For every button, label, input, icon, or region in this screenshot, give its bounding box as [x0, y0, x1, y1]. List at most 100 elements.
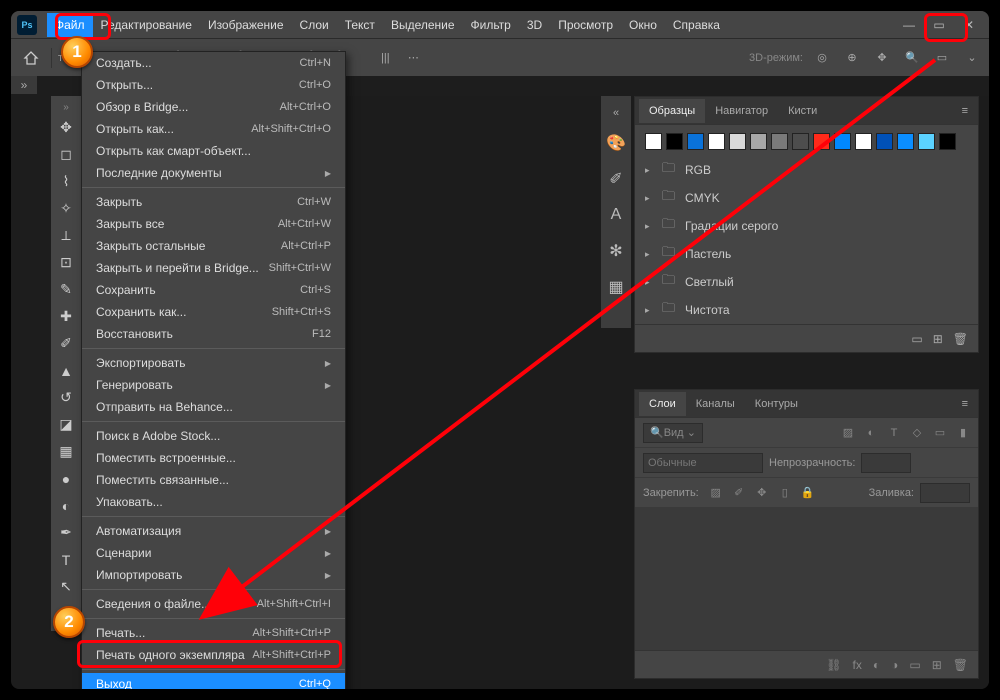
menu-item[interactable]: Упаковать... — [82, 491, 345, 513]
lasso-tool[interactable]: ⌇ — [51, 168, 81, 195]
menu-редактирование[interactable]: Редактирование — [93, 13, 200, 37]
swatch[interactable] — [897, 133, 914, 150]
menu-слои[interactable]: Слои — [292, 13, 337, 37]
crop-tool[interactable]: ⟂ — [51, 222, 81, 249]
type-tool[interactable]: T — [51, 546, 81, 573]
swatch[interactable] — [645, 133, 662, 150]
blur-tool[interactable]: ● — [51, 465, 81, 492]
home-button[interactable] — [17, 44, 45, 72]
swatch-group[interactable]: ▸🗀Градации серого — [635, 212, 978, 240]
dodge-tool[interactable]: ◐ — [51, 492, 81, 519]
swatch-group[interactable]: ▸🗀CMYK — [635, 184, 978, 212]
history-brush-tool[interactable]: ↺ — [51, 384, 81, 411]
swatch[interactable] — [750, 133, 767, 150]
menu-фильтр[interactable]: Фильтр — [463, 13, 519, 37]
menu-item[interactable]: Отправить на Behance... — [82, 396, 345, 418]
menu-справка[interactable]: Справка — [665, 13, 728, 37]
menu-item[interactable]: Поместить встроенные... — [82, 447, 345, 469]
swatch[interactable] — [708, 133, 725, 150]
menu-файл[interactable]: Файл — [47, 13, 93, 37]
menu-item[interactable]: ВосстановитьF12 — [82, 323, 345, 345]
fx-icon[interactable]: fx — [853, 658, 862, 672]
tab-navigator[interactable]: Навигатор — [705, 99, 778, 123]
swatch-group[interactable]: ▸🗀Чистота — [635, 296, 978, 324]
new-layer-icon[interactable]: ⊞ — [932, 658, 942, 672]
menu-просмотр[interactable]: Просмотр — [550, 13, 621, 37]
menu-item[interactable]: Печать...Alt+Shift+Ctrl+P — [82, 622, 345, 644]
tab-layers[interactable]: Слои — [639, 392, 686, 416]
pan-icon[interactable]: ⊕ — [841, 47, 863, 69]
menu-item[interactable]: Сценарии — [82, 542, 345, 564]
swatch[interactable] — [855, 133, 872, 150]
brush-panel-icon[interactable]: ✐ — [603, 164, 629, 194]
menu-item[interactable]: Сохранить как...Shift+Ctrl+S — [82, 301, 345, 323]
menu-item[interactable]: Автоматизация — [82, 520, 345, 542]
fill-input[interactable] — [920, 483, 970, 503]
menu-3d[interactable]: 3D — [519, 13, 550, 37]
stamp-tool[interactable]: ▲ — [51, 357, 81, 384]
menu-item[interactable]: Экспортировать — [82, 352, 345, 374]
panel-menu-icon[interactable]: ≡ — [956, 105, 974, 117]
menu-item[interactable]: Открыть как смарт-объект... — [82, 140, 345, 162]
menu-текст[interactable]: Текст — [337, 13, 383, 37]
brush-tool[interactable]: ✐ — [51, 330, 81, 357]
swatch[interactable] — [939, 133, 956, 150]
menu-item[interactable]: Обзор в Bridge...Alt+Ctrl+O — [82, 96, 345, 118]
path-tool[interactable]: ↖ — [51, 573, 81, 600]
move-3d-icon[interactable]: ✥ — [871, 47, 893, 69]
handle-icon[interactable]: » — [51, 100, 81, 114]
window-restore-button[interactable]: ▭ — [925, 15, 953, 35]
menu-item[interactable]: ВыходCtrl+Q — [82, 673, 345, 691]
trash-icon[interactable]: 🗑 — [953, 332, 968, 346]
eraser-tool[interactable]: ◪ — [51, 411, 81, 438]
new-group-icon[interactable]: ▭ — [911, 332, 922, 346]
frame-tool[interactable]: ⊡ — [51, 249, 81, 276]
actions-panel-icon[interactable]: ▦ — [603, 272, 629, 302]
delete-icon[interactable]: 🗑 — [953, 658, 968, 672]
swatch[interactable] — [729, 133, 746, 150]
menu-item[interactable]: Открыть как...Alt+Shift+Ctrl+O — [82, 118, 345, 140]
filter-shape-icon[interactable]: ◇ — [910, 426, 924, 440]
swatch-group[interactable]: ▸🗀Светлый — [635, 268, 978, 296]
lock-position-icon[interactable]: ✥ — [755, 486, 769, 500]
swatch-group[interactable]: ▸🗀Пастель — [635, 240, 978, 268]
tab-paths[interactable]: Контуры — [745, 392, 808, 416]
filter-kind-select[interactable]: 🔍 Вид — [643, 423, 703, 443]
swatch[interactable] — [792, 133, 809, 150]
menu-item[interactable]: Закрыть всеAlt+Ctrl+W — [82, 213, 345, 235]
menu-item[interactable]: Поиск в Adobe Stock... — [82, 425, 345, 447]
swatch[interactable] — [834, 133, 851, 150]
filter-smart-icon[interactable]: ▭ — [933, 426, 947, 440]
pen-tool[interactable]: ✒ — [51, 519, 81, 546]
lock-pixels-icon[interactable]: ▨ — [709, 486, 723, 500]
menu-item[interactable]: ЗакрытьCtrl+W — [82, 191, 345, 213]
menu-выделение[interactable]: Выделение — [383, 13, 463, 37]
menu-item[interactable]: Импортировать — [82, 564, 345, 586]
swatch-group[interactable]: ▸🗀RGB — [635, 156, 978, 184]
adjustment-icon[interactable]: ◑ — [891, 658, 898, 672]
gradient-tool[interactable]: ▦ — [51, 438, 81, 465]
orbit-icon[interactable]: ◎ — [811, 47, 833, 69]
blend-mode-select[interactable]: Обычные — [643, 453, 763, 473]
tab-swatches[interactable]: Образцы — [639, 99, 705, 123]
screen-mode-icon[interactable]: ▭ — [931, 47, 953, 69]
swatch[interactable] — [813, 133, 830, 150]
lock-all-icon[interactable]: 🔒 — [801, 486, 815, 500]
menu-окно[interactable]: Окно — [621, 13, 665, 37]
tab-channels[interactable]: Каналы — [686, 392, 745, 416]
filter-type-icon[interactable]: T — [887, 426, 901, 440]
properties-panel-icon[interactable]: ✻ — [603, 236, 629, 266]
color-panel-icon[interactable]: 🎨 — [603, 128, 629, 158]
menu-item[interactable]: СохранитьCtrl+S — [82, 279, 345, 301]
distribute-icon[interactable]: ||| — [374, 47, 396, 69]
chevron-down-icon[interactable]: ⌄ — [961, 47, 983, 69]
eyedropper-tool[interactable]: ✎ — [51, 276, 81, 303]
healing-tool[interactable]: ✚ — [51, 303, 81, 330]
new-swatch-icon[interactable]: ⊞ — [933, 332, 943, 346]
menu-item[interactable]: Закрыть остальныеAlt+Ctrl+P — [82, 235, 345, 257]
panel-menu-icon[interactable]: ≡ — [956, 398, 974, 410]
menu-изображение[interactable]: Изображение — [200, 13, 292, 37]
group-icon[interactable]: ▭ — [909, 658, 920, 672]
menu-item[interactable]: Закрыть и перейти в Bridge...Shift+Ctrl+… — [82, 257, 345, 279]
menu-item[interactable]: Открыть...Ctrl+O — [82, 74, 345, 96]
